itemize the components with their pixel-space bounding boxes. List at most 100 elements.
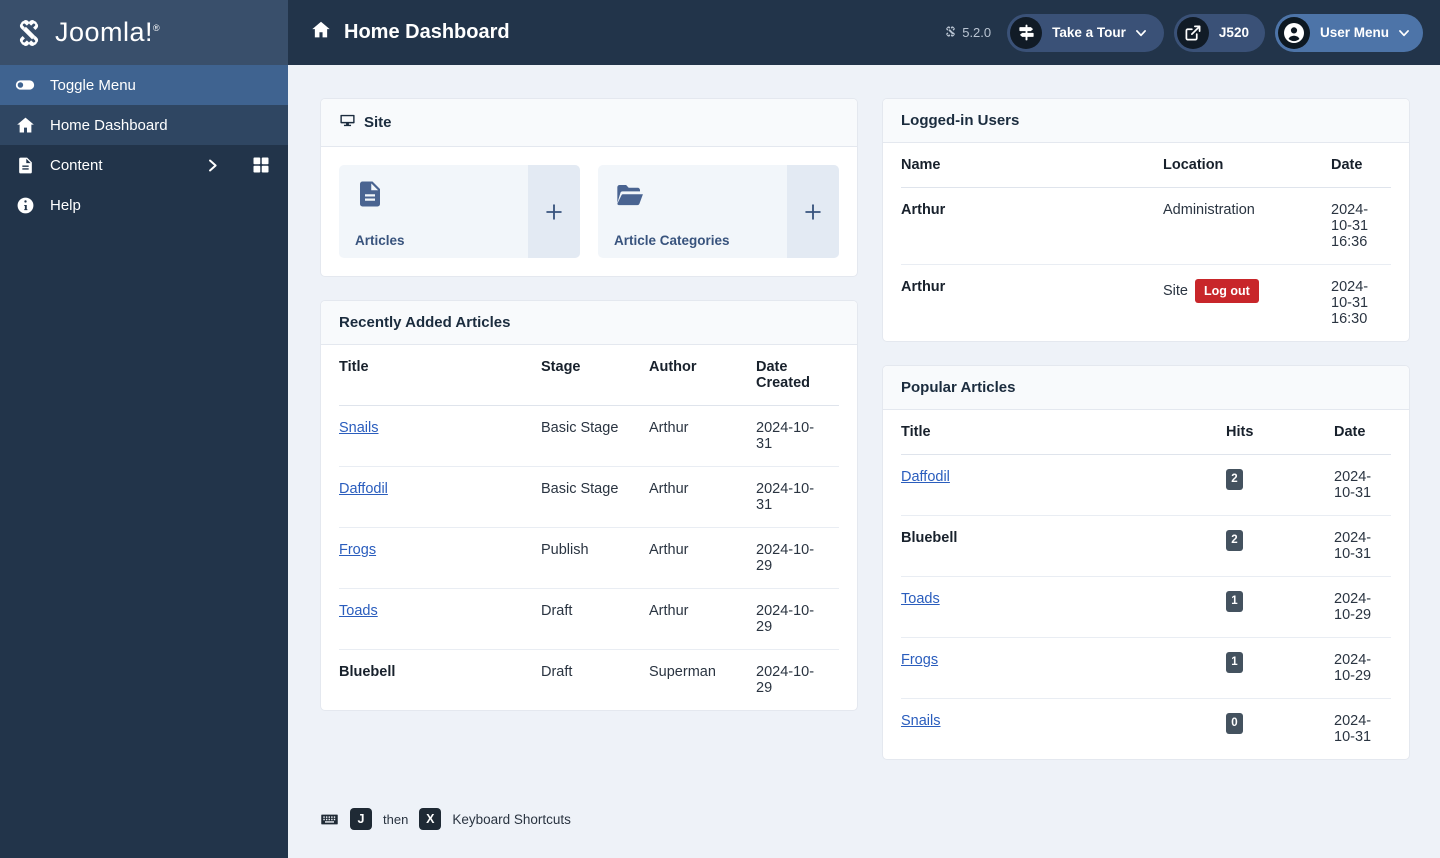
preview-site-label: J520: [1218, 25, 1249, 40]
cell-title: Frogs: [339, 527, 541, 589]
cell-title: Snails: [901, 699, 1226, 760]
logged-in-users-table-wrap: Name Location Date Arthur Administration…: [883, 143, 1409, 341]
quick-tile-label: Articles: [355, 233, 405, 248]
preview-site-button[interactable]: J520: [1173, 13, 1265, 52]
cell-name: Arthur: [901, 187, 1163, 265]
cell-stage: Publish: [541, 527, 649, 589]
user-name: Arthur: [901, 202, 946, 218]
shortcut-then-label: then: [383, 811, 409, 827]
page-title-text: Home Dashboard: [344, 21, 510, 43]
quick-tile-article-categories[interactable]: Article Categories: [598, 165, 839, 258]
cell-stage: Draft: [541, 664, 573, 680]
popular-articles-panel: Popular Articles Title Hits Date Daffodi…: [882, 365, 1410, 760]
cell-hits: 2: [1226, 515, 1334, 577]
chevron-down-icon: [1397, 26, 1411, 40]
cell-name: Arthur: [901, 265, 1163, 342]
cell-date: 2024-10-31: [756, 466, 839, 528]
page-title: Home Dashboard: [310, 19, 510, 47]
cell-date: 2024-10-31 16:36: [1331, 187, 1391, 265]
column-header-date-created[interactable]: Date Created: [756, 345, 839, 406]
quick-tile-article-categories-main[interactable]: Article Categories: [598, 165, 787, 258]
sidebar-item-help[interactable]: Help: [0, 185, 288, 225]
cell-title: Frogs: [901, 637, 1226, 699]
column-header-stage[interactable]: Stage: [541, 345, 649, 406]
cell-date: 2024-10-31: [1334, 515, 1391, 577]
popular-articles-table: Title Hits Date Daffodil 2 2024-10-31 Bl…: [901, 410, 1391, 759]
popular-articles-title: Popular Articles: [883, 366, 1409, 410]
column-header-title[interactable]: Title: [339, 345, 541, 406]
column-header-hits: Hits: [1226, 410, 1334, 455]
brand-header[interactable]: Joomla!®: [0, 0, 288, 65]
grid-view-icon[interactable]: [252, 156, 270, 174]
add-article-category-button[interactable]: [787, 165, 839, 258]
cell-hits: 0: [1226, 699, 1334, 760]
cell-author: Arthur: [649, 588, 756, 650]
column-header-date: Date: [1334, 410, 1391, 455]
left-column: Site Articles Article Categories Recentl…: [320, 98, 858, 711]
cell-title: Bluebell: [901, 515, 1226, 577]
cell-date: 2024-10-31 16:30: [1331, 279, 1369, 327]
user-menu-button[interactable]: User Menu: [1274, 13, 1423, 52]
cell-location: Site Log out: [1163, 265, 1331, 342]
table-row: Frogs Publish Arthur 2024-10-29: [339, 527, 839, 589]
shortcut-key-j: J: [350, 808, 372, 830]
sidebar-item-toggle-menu[interactable]: Toggle Menu: [0, 65, 288, 105]
chevron-down-icon: [1134, 26, 1148, 40]
cell-title: Toads: [901, 576, 1226, 638]
document-icon: [12, 156, 38, 175]
article-link[interactable]: Daffodil: [901, 469, 950, 485]
table-header-row: Name Location Date: [901, 143, 1391, 188]
sidebar-item-content[interactable]: Content: [0, 145, 288, 185]
cell-title: Daffodil: [339, 466, 541, 528]
table-row: Arthur Administration 2024-10-31 16:36: [901, 187, 1391, 265]
article-link[interactable]: Toads: [339, 603, 378, 619]
chevron-right-icon[interactable]: [205, 158, 220, 173]
quick-tile-articles-main[interactable]: Articles: [339, 165, 528, 258]
article-link[interactable]: Daffodil: [339, 481, 388, 497]
article-link[interactable]: Frogs: [901, 652, 938, 668]
quick-tile-articles[interactable]: Articles: [339, 165, 580, 258]
cell-author: Arthur: [649, 466, 756, 528]
hits-badge: 2: [1226, 530, 1243, 552]
sidebar-item-label: Home Dashboard: [50, 116, 168, 134]
right-column: Logged-in Users Name Location Date Arthu…: [882, 98, 1410, 760]
cell-title: Snails: [339, 405, 541, 467]
add-article-button[interactable]: [528, 165, 580, 258]
article-link[interactable]: Frogs: [339, 542, 376, 558]
shortcut-key-x: X: [419, 808, 442, 830]
joomla-logo[interactable]: Joomla!®: [12, 16, 160, 50]
hits-badge: 1: [1226, 652, 1243, 674]
info-circle-icon: [12, 196, 38, 215]
sidebar-item-label: Help: [50, 196, 81, 214]
cell-title: Bluebell: [339, 650, 541, 711]
brand-name: Joomla!®: [55, 17, 161, 47]
sidebar-item-label: Toggle Menu: [50, 76, 136, 94]
column-header-author[interactable]: Author: [649, 345, 756, 406]
joomla-mark-icon: [944, 25, 957, 41]
user-menu-label: User Menu: [1319, 25, 1389, 40]
hits-badge: 1: [1226, 591, 1243, 613]
user-name: Arthur: [901, 279, 946, 295]
cell-date: 2024-10-31: [1334, 454, 1391, 516]
article-link[interactable]: Snails: [339, 420, 379, 436]
article-link[interactable]: Snails: [901, 713, 941, 729]
main-area: Home Dashboard 5.2.0 Take a Tour J520 Us…: [288, 0, 1440, 858]
cell-date: 2024-10-29: [756, 664, 815, 696]
user-location: Site: [1163, 283, 1188, 299]
hits-badge: 2: [1226, 469, 1243, 491]
logged-in-users-table: Name Location Date Arthur Administration…: [901, 143, 1391, 341]
cell-date: 2024-10-29: [1334, 637, 1391, 699]
take-a-tour-button[interactable]: Take a Tour: [1007, 13, 1164, 52]
cell-stage: Basic Stage: [541, 405, 649, 467]
popular-articles-table-wrap: Title Hits Date Daffodil 2 2024-10-31 Bl…: [883, 410, 1409, 759]
take-a-tour-label: Take a Tour: [1052, 25, 1126, 40]
article-link[interactable]: Toads: [901, 591, 940, 607]
table-row: Toads Draft Arthur 2024-10-29: [339, 588, 839, 650]
cell-date: 2024-10-29: [1334, 576, 1391, 638]
log-out-button[interactable]: Log out: [1195, 279, 1259, 303]
home-icon: [12, 115, 38, 136]
sidebar-item-home-dashboard[interactable]: Home Dashboard: [0, 105, 288, 145]
cell-author: Superman: [649, 664, 716, 680]
cell-title: Daffodil: [901, 454, 1226, 516]
top-header-bar: Home Dashboard 5.2.0 Take a Tour J520 Us…: [288, 0, 1440, 65]
